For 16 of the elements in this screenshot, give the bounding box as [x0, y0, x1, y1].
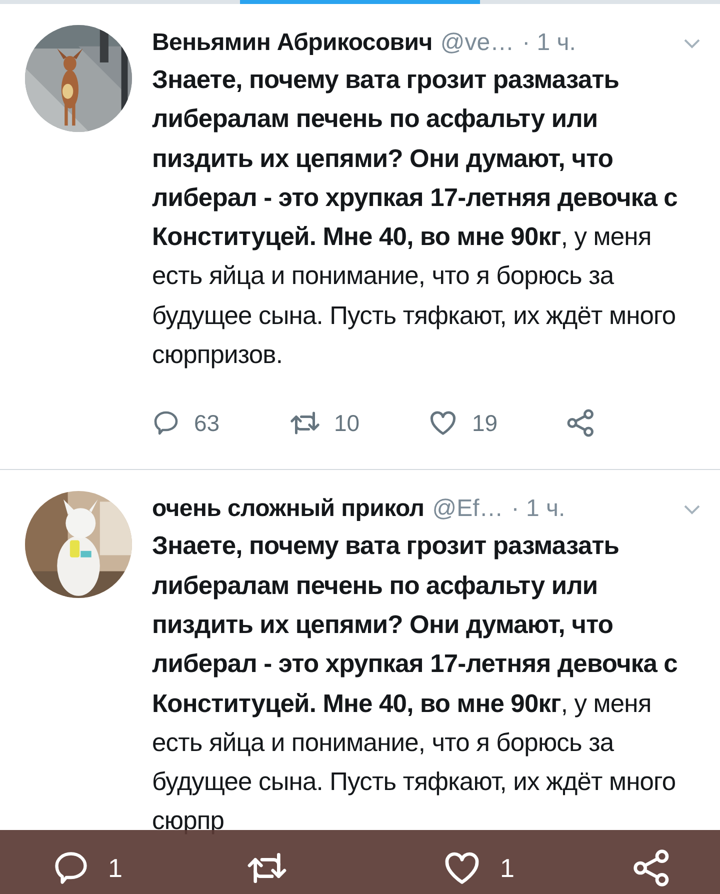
author-handle: @Ef… — [432, 495, 504, 524]
like-count: 1 — [500, 852, 514, 884]
retweet-count: 10 — [334, 410, 360, 437]
reply-icon[interactable] — [152, 409, 180, 438]
tweet-text: Знаете, почему вата грозит размазать либералам печень по асфальту или пиздить их цепями? Они думают, что либерал - это хрупкая 17-летняя девочка с Конституцей. Мне 40, во мне 90кг, у меня есть яйца и понимание, что я борюсь за будущее сына. Пусть тяфкают, их ждёт много сюрпризов. — [152, 65, 678, 372]
author-name[interactable]: Веньямин Абрикосович — [152, 29, 432, 57]
author-name[interactable]: очень сложный прикол — [152, 495, 424, 524]
reply-count: 63 — [194, 410, 220, 437]
share-icon[interactable] — [566, 408, 596, 438]
reply-icon[interactable] — [52, 849, 90, 887]
tweet-time: · 1 ч. — [511, 495, 566, 524]
tweet-text: Знаете, почему вата грозит размазать либералам печень по асфальту или пиздить их цепями? Они думают, что либерал - это хрупкая 17-летняя девочка с Конституцей. Мне 40, во мне 90кг, у меня есть яйца и понимание, что я борюсь за будущее сына. Пусть тяфкают, их ждёт много сюрпр — [152, 531, 678, 838]
tweet-time: · 1 ч. — [522, 29, 576, 57]
like-count: 19 — [472, 410, 498, 437]
reply-count: 1 — [108, 852, 122, 884]
author-handle: @ve… — [440, 29, 514, 57]
